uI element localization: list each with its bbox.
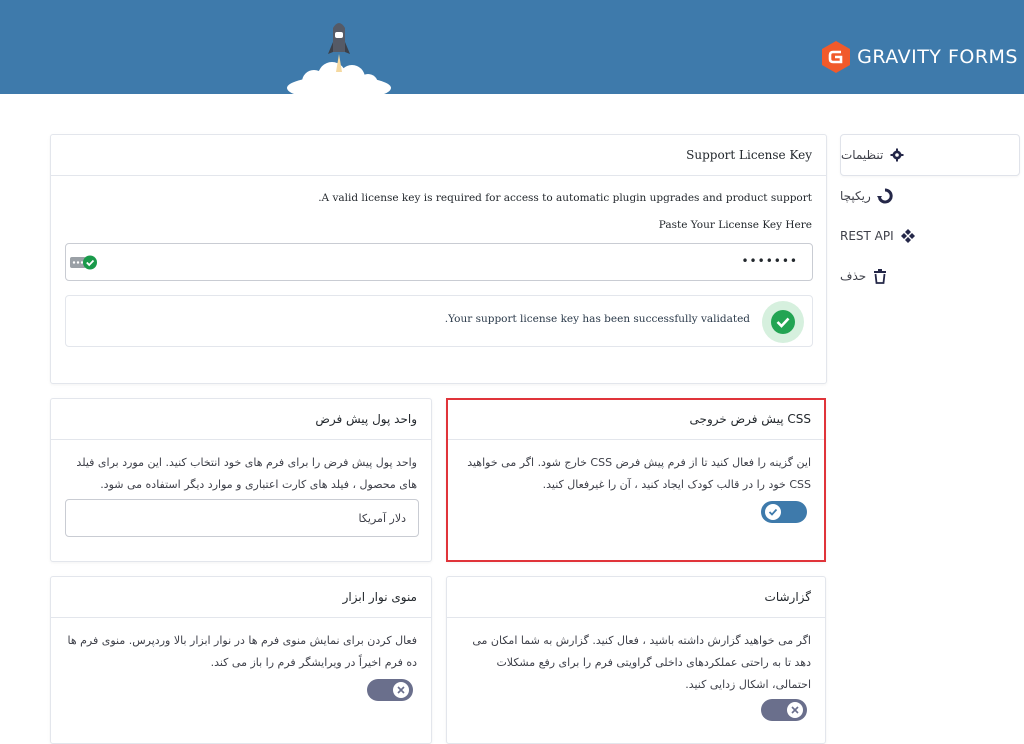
toggle-knob xyxy=(765,504,781,520)
toggle-knob xyxy=(393,682,409,698)
license-key-card: Support License Key A valid license key … xyxy=(50,134,827,384)
brand-logo: GRAVITY FORMS xyxy=(820,40,1018,74)
settings-sidebar: تنظیمات ریکپچا REST API حذف xyxy=(840,134,1020,296)
card-title: CSS پیش فرض خروجی xyxy=(447,399,825,440)
validated-message: Your support license key has been succes… xyxy=(444,313,750,325)
card-title: واحد پول پیش فرض xyxy=(51,399,431,440)
sidebar-item-uninstall[interactable]: حذف xyxy=(840,256,1020,296)
license-validated-notice: Your support license key has been succes… xyxy=(65,295,813,347)
sidebar-item-label: حذف xyxy=(840,269,867,283)
close-icon xyxy=(397,686,405,694)
recaptcha-icon xyxy=(876,188,893,204)
logging-toggle[interactable] xyxy=(761,699,807,721)
toolbar-menu-card: منوی نوار ابزار فعال کردن برای نمایش منو… xyxy=(50,576,432,744)
toggle-knob xyxy=(787,702,803,718)
brand-name: GRAVITY FORMS xyxy=(857,46,1018,68)
api-icon xyxy=(900,228,916,244)
check-icon xyxy=(768,508,778,516)
sidebar-item-settings[interactable]: تنظیمات xyxy=(840,134,1020,176)
check-circle-icon xyxy=(762,301,804,343)
sidebar-item-label: ریکپچا xyxy=(840,189,871,203)
gear-icon xyxy=(889,147,905,163)
css-output-toggle[interactable] xyxy=(761,501,807,523)
gravity-forms-logo-icon xyxy=(822,41,851,73)
card-title: گزارشات xyxy=(447,577,825,618)
card-description: اگر می خواهید گزارش داشته باشید ، فعال ک… xyxy=(472,634,811,691)
sidebar-item-label: REST API xyxy=(840,229,894,243)
license-field-label: Paste Your License Key Here xyxy=(658,219,812,231)
password-manager-icon[interactable] xyxy=(70,255,98,270)
logging-card: گزارشات اگر می خواهید گزارش داشته باشید … xyxy=(446,576,826,744)
app-header: GRAVITY FORMS xyxy=(0,0,1024,94)
close-icon xyxy=(791,706,799,714)
license-requirement-text: A valid license key is required for acce… xyxy=(318,192,812,204)
sidebar-item-label: تنظیمات xyxy=(841,148,884,162)
toolbar-menu-toggle[interactable] xyxy=(367,679,413,701)
card-description: این گزینه را فعال کنید تا از فرم پیش فرض… xyxy=(467,456,811,491)
rocket-illustration xyxy=(287,23,391,94)
default-currency-card: واحد پول پیش فرض واحد پول پیش فرض را برا… xyxy=(50,398,432,562)
card-title: منوی نوار ابزار xyxy=(51,577,431,618)
trash-icon xyxy=(872,268,888,284)
license-key-input[interactable]: ••••••• xyxy=(65,243,813,281)
card-description: واحد پول پیش فرض را برای فرم های خود انت… xyxy=(76,456,417,491)
license-key-value: ••••••• xyxy=(741,254,798,268)
sidebar-item-recaptcha[interactable]: ریکپچا xyxy=(840,176,1020,216)
currency-select[interactable]: دلار آمریکا xyxy=(65,499,419,537)
sidebar-item-rest-api[interactable]: REST API xyxy=(840,216,1020,256)
card-title: Support License Key xyxy=(51,135,826,176)
css-output-card: CSS پیش فرض خروجی این گزینه را فعال کنید… xyxy=(446,398,826,562)
card-description: فعال کردن برای نمایش منوی فرم ها در نوار… xyxy=(67,634,417,669)
currency-selected-value: دلار آمریکا xyxy=(358,511,407,525)
